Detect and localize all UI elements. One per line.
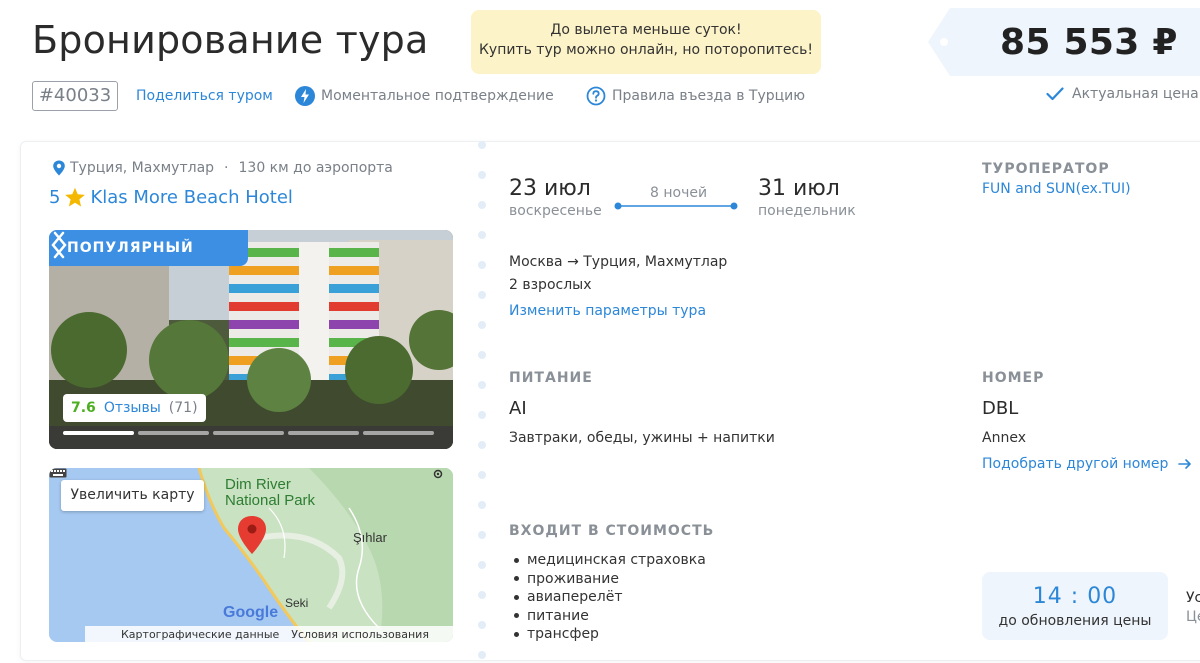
airport-distance: 130 км до аэропорта xyxy=(238,160,393,176)
hotel-name-link[interactable]: 5 Klas More Beach Hotel xyxy=(49,187,293,208)
hotel-map[interactable]: Увеличить карту Dim River National Park … xyxy=(49,468,453,642)
departure-date-block: 23 июл воскресенье xyxy=(509,176,602,219)
tour-price: 85 553 ₽ xyxy=(1000,22,1178,63)
tourists-count: 2 взрослых xyxy=(509,277,592,293)
page-title: Бронирование тура xyxy=(32,18,429,62)
choose-room-link[interactable]: Подобрать другой номер xyxy=(982,456,1192,472)
map-data-label[interactable]: Картографические данные xyxy=(121,628,279,641)
reviews-label: Отзывы xyxy=(103,400,161,416)
location-text: Турция, Махмутлар xyxy=(70,160,215,176)
actual-price-indicator: Актуальная цена xyxy=(1046,86,1199,102)
instant-confirmation-label: Моментальное подтверждение xyxy=(321,88,554,104)
alert-text: Купить тур можно онлайн, но поторопитесь… xyxy=(478,42,814,58)
map-terms-link[interactable]: Условия использования xyxy=(291,628,429,641)
timer-caption: до обновления цены xyxy=(998,613,1152,629)
separator-dot: · xyxy=(224,160,229,176)
star-icon xyxy=(65,187,86,207)
map-label-park-2: National Park xyxy=(225,492,316,509)
map-label-park-1: Dim River xyxy=(225,476,291,493)
room-description: Annex xyxy=(982,430,1026,446)
card-divider xyxy=(478,141,486,659)
popular-badge: ПОПУЛЯРНЫЙ xyxy=(49,230,248,266)
gallery-dot[interactable] xyxy=(138,431,209,435)
share-tour-link[interactable]: Поделиться туром xyxy=(136,88,273,104)
arrow-right-icon xyxy=(1178,459,1192,469)
checkmark-icon xyxy=(1046,87,1064,101)
departure-day: воскресенье xyxy=(509,203,602,219)
tour-route: Москва → Турция, Махмутлар xyxy=(509,254,728,270)
includes-label: ВХОДИТ В СТОИМОСТЬ xyxy=(509,523,715,539)
instant-confirmation: Моментальное подтверждение xyxy=(295,86,554,106)
rating-score: 7.6 xyxy=(71,400,96,416)
gallery-pagination xyxy=(63,431,434,435)
entry-rules-link[interactable]: Правила въезда в Турцию xyxy=(586,86,805,106)
question-icon xyxy=(586,86,606,106)
return-date-block: 31 июл понедельник xyxy=(758,176,856,219)
hotel-photo-gallery[interactable]: ПОПУЛЯРНЫЙ 7.6 Отзывы (71) xyxy=(49,230,453,449)
room-code: DBL xyxy=(982,398,1019,419)
gallery-dot[interactable] xyxy=(288,431,359,435)
includes-item: проживание xyxy=(514,570,706,589)
includes-item: питание xyxy=(514,607,706,626)
entry-rules-label: Правила въезда в Турцию xyxy=(612,88,806,104)
return-date: 31 июл xyxy=(758,176,840,201)
includes-item: авиаперелёт xyxy=(514,588,706,607)
keyboard-icon[interactable] xyxy=(49,468,67,478)
operator-link[interactable]: FUN and SUN(ex.TUI) xyxy=(982,181,1131,197)
change-tour-params-link[interactable]: Изменить параметры тура xyxy=(509,303,706,319)
chevron-right-icon[interactable] xyxy=(49,230,69,260)
gallery-dot[interactable] xyxy=(363,431,434,435)
choose-room-label: Подобрать другой номер xyxy=(982,456,1169,472)
room-label: НОМЕР xyxy=(982,370,1045,386)
meal-label: ПИТАНИЕ xyxy=(509,370,593,386)
map-footer: Картографические данные Условия использо… xyxy=(85,626,453,642)
meal-code: AI xyxy=(509,398,527,419)
rating-reviews-link[interactable]: 7.6 Отзывы (71) xyxy=(63,394,206,422)
price-update-timer: 14 : 00 до обновления цены xyxy=(982,572,1168,640)
settings-icon[interactable] xyxy=(432,468,444,480)
timer-value: 14 : 00 xyxy=(1032,584,1118,609)
lightning-icon xyxy=(295,86,315,106)
return-day: понедельник xyxy=(758,203,856,219)
gallery-dot[interactable] xyxy=(213,431,284,435)
zoom-map-button[interactable]: Увеличить карту xyxy=(61,480,204,511)
operator-label: ТУРОПЕРАТОР xyxy=(982,161,1110,177)
nights-connector xyxy=(614,202,738,210)
departure-date: 23 июл xyxy=(509,176,591,201)
map-label-seki: Seki xyxy=(285,596,309,610)
google-logo: Google xyxy=(223,604,279,621)
departure-alert: До вылета меньше суток! Купить тур можно… xyxy=(471,10,821,74)
alert-title: До вылета меньше суток! xyxy=(550,22,742,38)
gallery-dot[interactable] xyxy=(63,431,134,435)
price-tag: 85 553 ₽ xyxy=(928,8,1200,76)
hotel-location: Турция, Махмутлар · 130 км до аэропорта xyxy=(52,160,393,176)
reviews-count: (71) xyxy=(168,400,198,416)
includes-item: трансфер xyxy=(514,625,706,644)
cut-off-text-1: Ус xyxy=(1186,590,1200,606)
tour-id-badge: #40033 xyxy=(32,81,118,111)
hotel-stars: 5 xyxy=(49,187,61,208)
hotel-name: Klas More Beach Hotel xyxy=(90,187,293,208)
location-pin-icon xyxy=(53,160,65,176)
includes-list: медицинская страховка проживание авиаперел… xyxy=(514,551,706,644)
meal-description: Завтраки, обеды, ужины + напитки xyxy=(509,430,775,446)
cut-off-text-2: Це xyxy=(1186,609,1200,625)
actual-price-label: Актуальная цена xyxy=(1072,86,1199,102)
map-label-sihlar: Şıhlar xyxy=(353,530,387,545)
nights-count: 8 ночей xyxy=(650,185,708,201)
includes-item: медицинская страховка xyxy=(514,551,706,570)
